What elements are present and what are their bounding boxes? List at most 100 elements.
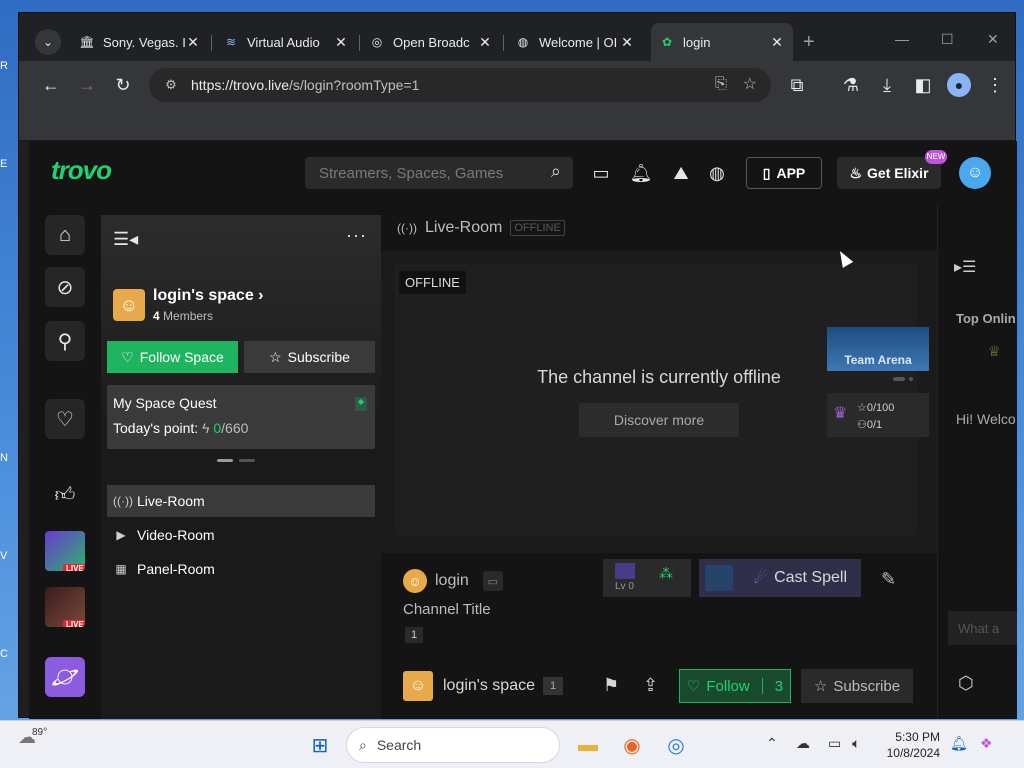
tab-welcome[interactable]: ◍ Welcome | OI ✕: [507, 23, 643, 61]
desktop-icon-fragment[interactable]: E: [0, 158, 18, 172]
space-quest-card[interactable]: My Space Quest Today's point: ϟ 0/660 ◆: [107, 385, 375, 449]
map-icon[interactable]: ⛰︎: [669, 161, 693, 185]
tab-login[interactable]: ✿ login ✕: [651, 23, 793, 61]
profile-icon[interactable]: ●: [947, 73, 971, 97]
message-icon[interactable]: ▭: [589, 161, 613, 185]
more-options-icon[interactable]: ···: [346, 225, 367, 246]
tab-search-button[interactable]: ⌄: [35, 29, 61, 55]
close-window-button[interactable]: ✕: [987, 31, 999, 48]
follow-space-button[interactable]: ♡ Follow Space: [107, 341, 238, 373]
close-icon[interactable]: ✕: [333, 34, 349, 50]
viewer-count: 1: [405, 627, 423, 643]
chevron-up-icon[interactable]: ⌃: [766, 735, 778, 752]
nav-video-room[interactable]: ▶ Video-Room: [107, 519, 375, 551]
bell-icon[interactable]: 🔔︎: [629, 161, 653, 185]
desktop-icon-fragment[interactable]: R: [0, 60, 18, 74]
discover-more-button[interactable]: Discover more: [579, 403, 739, 437]
space-name-footer[interactable]: login's space: [443, 677, 535, 695]
menu-icon[interactable]: ⋮: [983, 73, 1007, 97]
quest-pager[interactable]: [217, 459, 255, 462]
collapse-menu-icon[interactable]: ☰◂: [113, 229, 138, 250]
close-icon[interactable]: ✕: [769, 34, 785, 50]
address-bar[interactable]: ⚙ https://trovo.live/s/login?roomType=1 …: [149, 68, 771, 102]
side-panel-icon[interactable]: ◧: [911, 73, 935, 97]
copilot-icon[interactable]: ❖: [980, 735, 993, 752]
planet-icon[interactable]: 🪐︎: [45, 657, 85, 697]
settings-icon[interactable]: ⬡: [958, 673, 974, 694]
extensions-icon[interactable]: ⧉: [785, 73, 809, 97]
nav-live-room[interactable]: ((·)) Live-Room: [107, 485, 375, 517]
subscribe-space-button[interactable]: ☆ Subscribe: [244, 341, 375, 373]
arena-pager[interactable]: [893, 377, 913, 381]
desktop-icon-fragment[interactable]: C: [0, 648, 18, 662]
subscribe-button[interactable]: ☆ Subscribe: [801, 669, 913, 703]
volume-icon[interactable]: 🔈︎: [852, 735, 860, 752]
app-button[interactable]: ▯ APP: [746, 157, 822, 189]
star-icon[interactable]: ☆: [743, 74, 757, 94]
desktop-icon-fragment[interactable]: N: [0, 452, 18, 466]
site-info-icon[interactable]: ⚙: [159, 77, 183, 93]
tab-virtual-audio[interactable]: ≋ Virtual Audio ✕: [215, 23, 357, 61]
streamer-name[interactable]: login: [435, 572, 469, 590]
search-input[interactable]: Streamers, Spaces, Games ⌕: [305, 157, 573, 189]
url-text[interactable]: https://trovo.live/s/login?roomType=1: [191, 77, 419, 93]
offline-tag: OFFLINE: [510, 220, 565, 236]
heart-icon[interactable]: ♡: [45, 399, 85, 439]
display-icon[interactable]: ▭: [828, 735, 841, 752]
search-icon[interactable]: ⌕: [551, 161, 561, 182]
tab-open-broadcaster[interactable]: ◎ Open Broadc ✕: [361, 23, 501, 61]
trophy-icon: ♛: [833, 405, 848, 422]
home-icon[interactable]: ⌂: [45, 215, 85, 255]
team-arena-banner[interactable]: Team Arena: [827, 327, 929, 371]
streamer-avatar[interactable]: ☺: [403, 569, 427, 593]
explore-icon[interactable]: ⊘: [45, 267, 85, 307]
live-channel-thumbnail[interactable]: LIVE: [45, 587, 85, 627]
stream-stats[interactable]: ♛ ☆0/100 ⚇0/1: [827, 393, 929, 437]
weather-widget[interactable]: ☁ 89°: [18, 727, 58, 763]
share-icon[interactable]: ⇪: [643, 675, 658, 696]
user-avatar[interactable]: ☺: [959, 157, 991, 189]
gift-icon[interactable]: ✎: [881, 569, 896, 590]
expand-chat-icon[interactable]: ▸☰: [954, 257, 976, 277]
get-elixir-button[interactable]: ♨ Get Elixir: [837, 157, 941, 189]
close-icon[interactable]: ✕: [477, 34, 493, 50]
install-app-icon[interactable]: ⎘: [715, 75, 727, 92]
video-player[interactable]: OFFLINE The channel is currently offline…: [381, 251, 937, 553]
labs-icon[interactable]: ⚗: [839, 73, 863, 97]
location-icon[interactable]: ⚲: [45, 321, 85, 361]
members-stat: ⚇0/1: [857, 419, 883, 431]
level-widget[interactable]: Lv 0 ⁂: [603, 559, 691, 597]
close-icon[interactable]: ✕: [185, 34, 201, 50]
tab-sony-vegas[interactable]: 🏛 Sony. Vegas. I ✕: [71, 23, 209, 61]
start-icon[interactable]: ⊞: [306, 731, 334, 759]
chrome-icon[interactable]: ◎: [662, 731, 690, 759]
flag-icon[interactable]: ⚑: [603, 675, 619, 696]
trovo-logo[interactable]: trovo: [51, 155, 112, 186]
audio-icon: ≋: [225, 35, 237, 49]
desktop-icon-fragment[interactable]: V: [0, 550, 18, 564]
space-avatar[interactable]: ☺: [403, 671, 433, 701]
space-name[interactable]: login's space ›: [153, 287, 264, 305]
notification-bell-icon[interactable]: 🔔︎: [950, 735, 968, 752]
maximize-button[interactable]: ☐: [941, 31, 954, 48]
thumbs-up-icon[interactable]: 👍︎: [45, 475, 85, 515]
reload-button[interactable]: ↻: [111, 73, 135, 97]
new-tab-button[interactable]: +: [803, 32, 815, 52]
chat-input[interactable]: What a: [948, 611, 1017, 645]
follow-button[interactable]: ♡ Follow 3: [679, 669, 791, 703]
close-icon[interactable]: ✕: [619, 34, 635, 50]
back-button[interactable]: ←: [39, 73, 63, 97]
forward-button[interactable]: →: [75, 73, 99, 97]
globe-icon[interactable]: ◍: [705, 161, 729, 185]
download-icon[interactable]: ⤓: [875, 73, 899, 97]
message-icon[interactable]: ▭: [482, 571, 503, 591]
taskbar-search[interactable]: ⌕ Search: [346, 727, 560, 763]
file-explorer-icon[interactable]: ▬: [574, 731, 602, 759]
firefox-icon[interactable]: ◉: [618, 731, 646, 759]
clock[interactable]: 5:30 PM 10/8/2024: [880, 729, 940, 761]
minimize-button[interactable]: —: [895, 31, 909, 47]
live-channel-thumbnail[interactable]: LIVE: [45, 531, 85, 571]
cast-spell-button[interactable]: ☄ Cast Spell: [699, 559, 861, 597]
nav-panel-room[interactable]: ▦ Panel-Room: [107, 553, 375, 585]
cloud-icon[interactable]: ☁: [796, 735, 810, 752]
